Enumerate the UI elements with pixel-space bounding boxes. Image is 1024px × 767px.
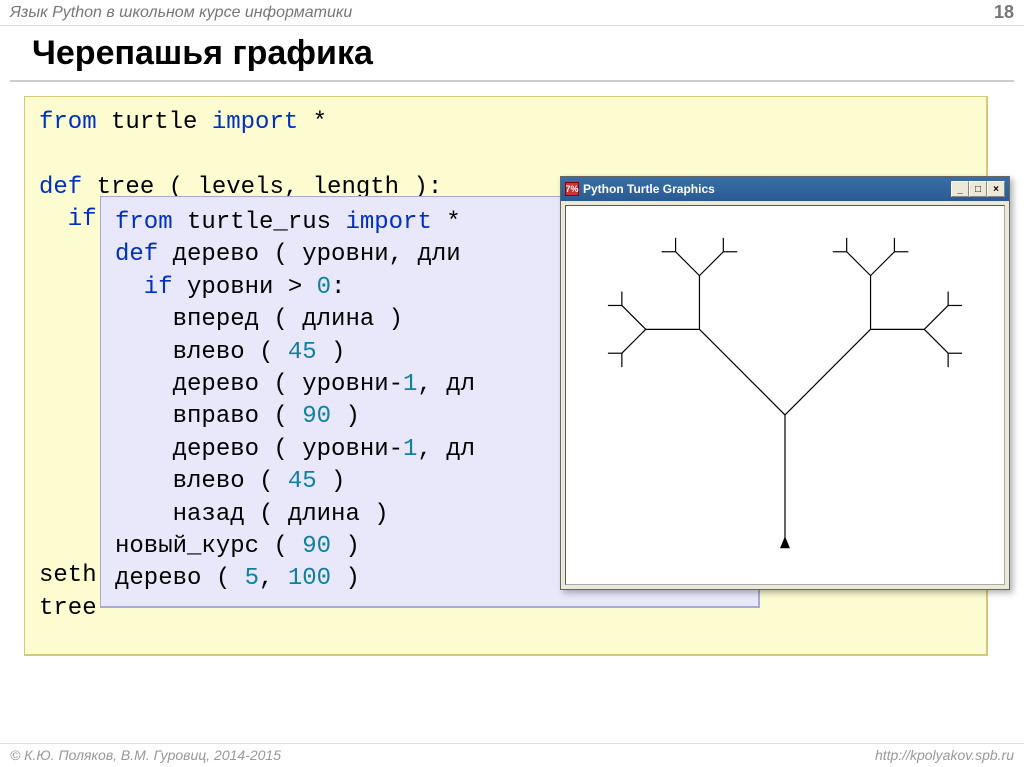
tree-drawing: [566, 206, 1004, 584]
slide-header: Язык Python в школьном курсе информатики…: [0, 0, 1024, 26]
footer-url: http://kpolyakov.spb.ru: [875, 747, 1014, 764]
tk-icon: 7%: [565, 182, 579, 196]
slide-footer: © К.Ю. Поляков, В.М. Гуровиц, 2014-2015 …: [0, 743, 1024, 767]
turtle-window: 7% Python Turtle Graphics _ □ ×: [560, 176, 1010, 590]
close-button[interactable]: ×: [987, 181, 1005, 197]
minimize-button[interactable]: _: [951, 181, 969, 197]
page-number: 18: [994, 2, 1014, 23]
turtle-titlebar[interactable]: 7% Python Turtle Graphics _ □ ×: [561, 177, 1009, 201]
turtle-cursor-icon: [780, 536, 790, 548]
turtle-window-title: Python Turtle Graphics: [583, 182, 715, 196]
maximize-button[interactable]: □: [969, 181, 987, 197]
turtle-canvas: [565, 205, 1005, 585]
header-subtitle: Язык Python в школьном курсе информатики: [10, 4, 352, 22]
slide-title: Черепашья графика: [32, 34, 373, 73]
footer-copyright: © К.Ю. Поляков, В.М. Гуровиц, 2014-2015: [10, 747, 281, 764]
hr: [10, 80, 1014, 82]
